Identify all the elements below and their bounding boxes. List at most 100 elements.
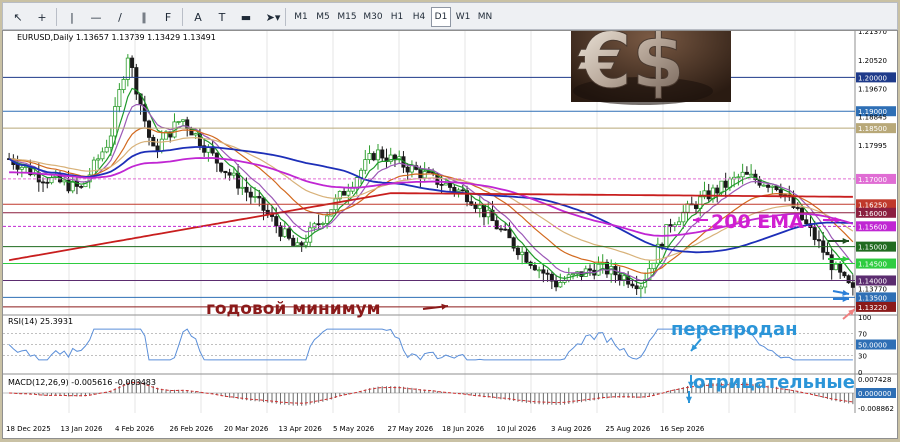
candle-body xyxy=(723,180,728,188)
timeframe-mn[interactable]: MN xyxy=(475,7,495,27)
chart-canvas[interactable]: 1007050.0000300 0.0074280.000000-0.00886… xyxy=(3,3,897,438)
cursor-icon[interactable]: ↖ xyxy=(7,7,29,27)
candle-body xyxy=(274,216,279,227)
macd-scale-label: 0.000000 xyxy=(858,390,891,398)
timeframe-m30[interactable]: M30 xyxy=(361,7,385,27)
rsi-label: RSI(14) 25.3931 xyxy=(8,317,73,326)
candle-body xyxy=(833,263,838,271)
candle-body xyxy=(761,184,766,187)
candle-body xyxy=(291,237,296,246)
arrows-dropdown-icon[interactable]: ➤▾ xyxy=(259,7,287,27)
candle-body xyxy=(231,172,236,176)
candle-body xyxy=(375,149,381,161)
candle-body xyxy=(91,159,96,176)
rsi-scale-label: 30 xyxy=(858,353,867,361)
candle-body xyxy=(49,177,54,184)
candle-body xyxy=(303,241,308,246)
candle-body xyxy=(816,239,821,242)
timeframe-m1[interactable]: M1 xyxy=(291,7,311,27)
candle-body xyxy=(503,228,508,231)
euro-dollar-symbols: €$ xyxy=(577,31,685,105)
currency-photo: €$ xyxy=(571,3,731,106)
trendline-icon[interactable]: / xyxy=(109,7,131,27)
time-label: 18 Dec 2025 xyxy=(6,425,51,433)
candle-body xyxy=(316,223,321,226)
toolbar: ↖ + | — / ∥ F A T ▬ ➤▾ M1 M5 M15 M30 H1 H4 D1 W1 MN xyxy=(2,2,898,30)
candle-body xyxy=(850,282,855,288)
price-label: 1.13770 xyxy=(858,285,887,293)
candle-body xyxy=(155,145,160,152)
time-label: 13 Jan 2026 xyxy=(61,425,104,433)
candle-body xyxy=(452,187,457,192)
candle-body xyxy=(685,203,690,213)
candle-body xyxy=(545,272,550,275)
toolbar-separator xyxy=(285,8,286,26)
candle-body xyxy=(439,183,444,186)
price-label: 1.17000 xyxy=(858,176,887,184)
candle-body xyxy=(677,221,682,226)
candle-body xyxy=(125,57,130,80)
shape-icon[interactable]: ▬ xyxy=(235,7,257,27)
candle-body xyxy=(104,146,109,153)
candle-body xyxy=(193,133,198,136)
timeframe-h1[interactable]: H1 xyxy=(387,7,407,27)
candle-body xyxy=(749,173,754,176)
candle-body xyxy=(554,280,559,288)
candle-body xyxy=(325,215,330,224)
chart-window[interactable]: 100 70 50.0000 30 0 0.007428 0.000000 -0.00886… xyxy=(2,3,898,439)
label-icon[interactable]: T xyxy=(211,7,233,27)
timeframe-m15[interactable]: M15 xyxy=(335,7,359,27)
channel-icon[interactable]: ∥ xyxy=(133,7,155,27)
timeframe-h4[interactable]: H4 xyxy=(409,7,429,27)
price-label: 1.15000 xyxy=(858,244,887,252)
toolbar-separator xyxy=(56,8,57,26)
timeframe-w1[interactable]: W1 xyxy=(453,7,473,27)
candle-body xyxy=(227,172,232,176)
time-label: 16 Sep 2026 xyxy=(660,425,705,433)
price-label: 1.16000 xyxy=(858,210,887,218)
vertical-line-icon[interactable]: | xyxy=(61,7,83,27)
time-label: 26 Feb 2026 xyxy=(170,425,214,433)
ema-annotation: 200 EMA xyxy=(711,211,804,233)
crosshair-icon[interactable]: + xyxy=(31,7,53,27)
time-axis: 18 Dec 2025 13 Jan 2026 4 Feb 2026 26 Feb 2… xyxy=(3,413,897,438)
timeframe-d1[interactable]: D1 xyxy=(431,7,451,27)
candle-body xyxy=(96,158,101,161)
timeframe-m5[interactable]: M5 xyxy=(313,7,333,27)
oversold-annotation: перепродан xyxy=(671,319,798,340)
rsi-scale-label: 100 xyxy=(858,314,871,322)
candle-body xyxy=(766,184,771,188)
candle-body xyxy=(621,275,626,281)
candle-body xyxy=(524,251,529,263)
candle-body xyxy=(108,135,113,148)
horizontal-line-icon[interactable]: — xyxy=(85,7,107,27)
candle-body xyxy=(638,286,643,290)
toolbar-separator xyxy=(182,8,183,26)
fibonacci-icon[interactable]: F xyxy=(157,7,179,27)
candle-body xyxy=(804,219,809,225)
price-axis: 1.213701.205201.200001.196701.190001.188… xyxy=(856,28,896,312)
symbol-info: EURUSD,Daily 1.13657 1.13739 1.13429 1.1… xyxy=(17,33,216,42)
candle-body xyxy=(587,268,593,271)
time-label: 10 Jul 2026 xyxy=(497,425,537,433)
candle-body xyxy=(426,171,431,173)
candle-body xyxy=(253,195,258,198)
candle-body xyxy=(486,209,491,218)
candle-body xyxy=(210,147,215,154)
price-label: 1.20000 xyxy=(858,74,887,82)
candle-body xyxy=(443,182,448,186)
text-icon[interactable]: A xyxy=(187,7,209,27)
time-label: 5 May 2026 xyxy=(333,425,375,433)
price-label: 1.15600 xyxy=(858,223,887,231)
candle-body xyxy=(770,185,775,188)
candle-body xyxy=(312,223,317,229)
candle-body xyxy=(715,187,720,194)
time-label: 20 Mar 2026 xyxy=(224,425,269,433)
negative-arrow-icon xyxy=(685,396,693,403)
candle-body xyxy=(405,166,410,173)
candle-body xyxy=(842,271,847,277)
candle-body xyxy=(278,225,283,237)
candle-body xyxy=(244,186,249,193)
candle-body xyxy=(100,151,105,160)
time-label: 27 May 2026 xyxy=(388,425,434,433)
